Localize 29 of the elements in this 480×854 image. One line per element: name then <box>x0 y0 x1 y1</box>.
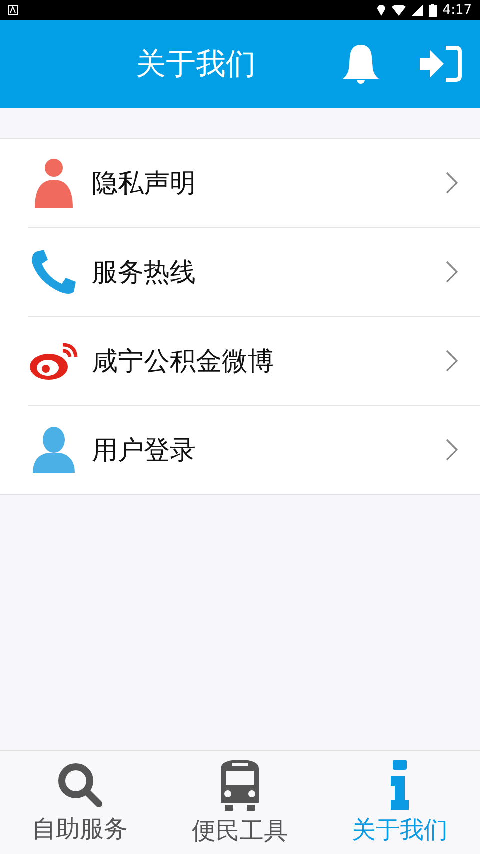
chevron-icon <box>446 350 458 372</box>
chevron-icon <box>446 172 458 194</box>
notification-icon <box>8 5 18 15</box>
nav-tab[interactable]: 便民工具 <box>160 751 320 854</box>
login-icon[interactable] <box>420 46 462 82</box>
signal-icon <box>412 4 423 16</box>
battery-icon <box>428 4 437 16</box>
menu-item[interactable]: 用户登录 <box>28 405 480 494</box>
user-icon <box>32 426 76 474</box>
page-title: 关于我们 <box>136 46 256 84</box>
wifi-icon <box>392 4 406 16</box>
chevron-icon <box>446 261 458 283</box>
weibo-icon <box>29 341 79 381</box>
chevron-icon <box>446 439 458 461</box>
menu-item[interactable]: 咸宁公积金微博 <box>28 316 480 405</box>
location-icon <box>376 4 386 16</box>
menu-label: 用户登录 <box>92 434 197 468</box>
menu-label: 服务热线 <box>92 256 197 290</box>
nav-tab[interactable]: 自助服务 <box>0 751 160 854</box>
clock-time: 4:17 <box>442 2 472 18</box>
menu-label: 咸宁公积金微博 <box>92 346 275 378</box>
menu-item[interactable]: 隐私声明 <box>28 139 480 227</box>
person-icon <box>33 158 75 208</box>
phone-icon <box>30 248 78 296</box>
search-icon <box>56 760 104 808</box>
bell-icon[interactable] <box>342 43 380 85</box>
menu-item[interactable]: 服务热线 <box>28 227 480 316</box>
info-icon <box>389 760 411 810</box>
menu-label: 隐私声明 <box>92 168 197 200</box>
